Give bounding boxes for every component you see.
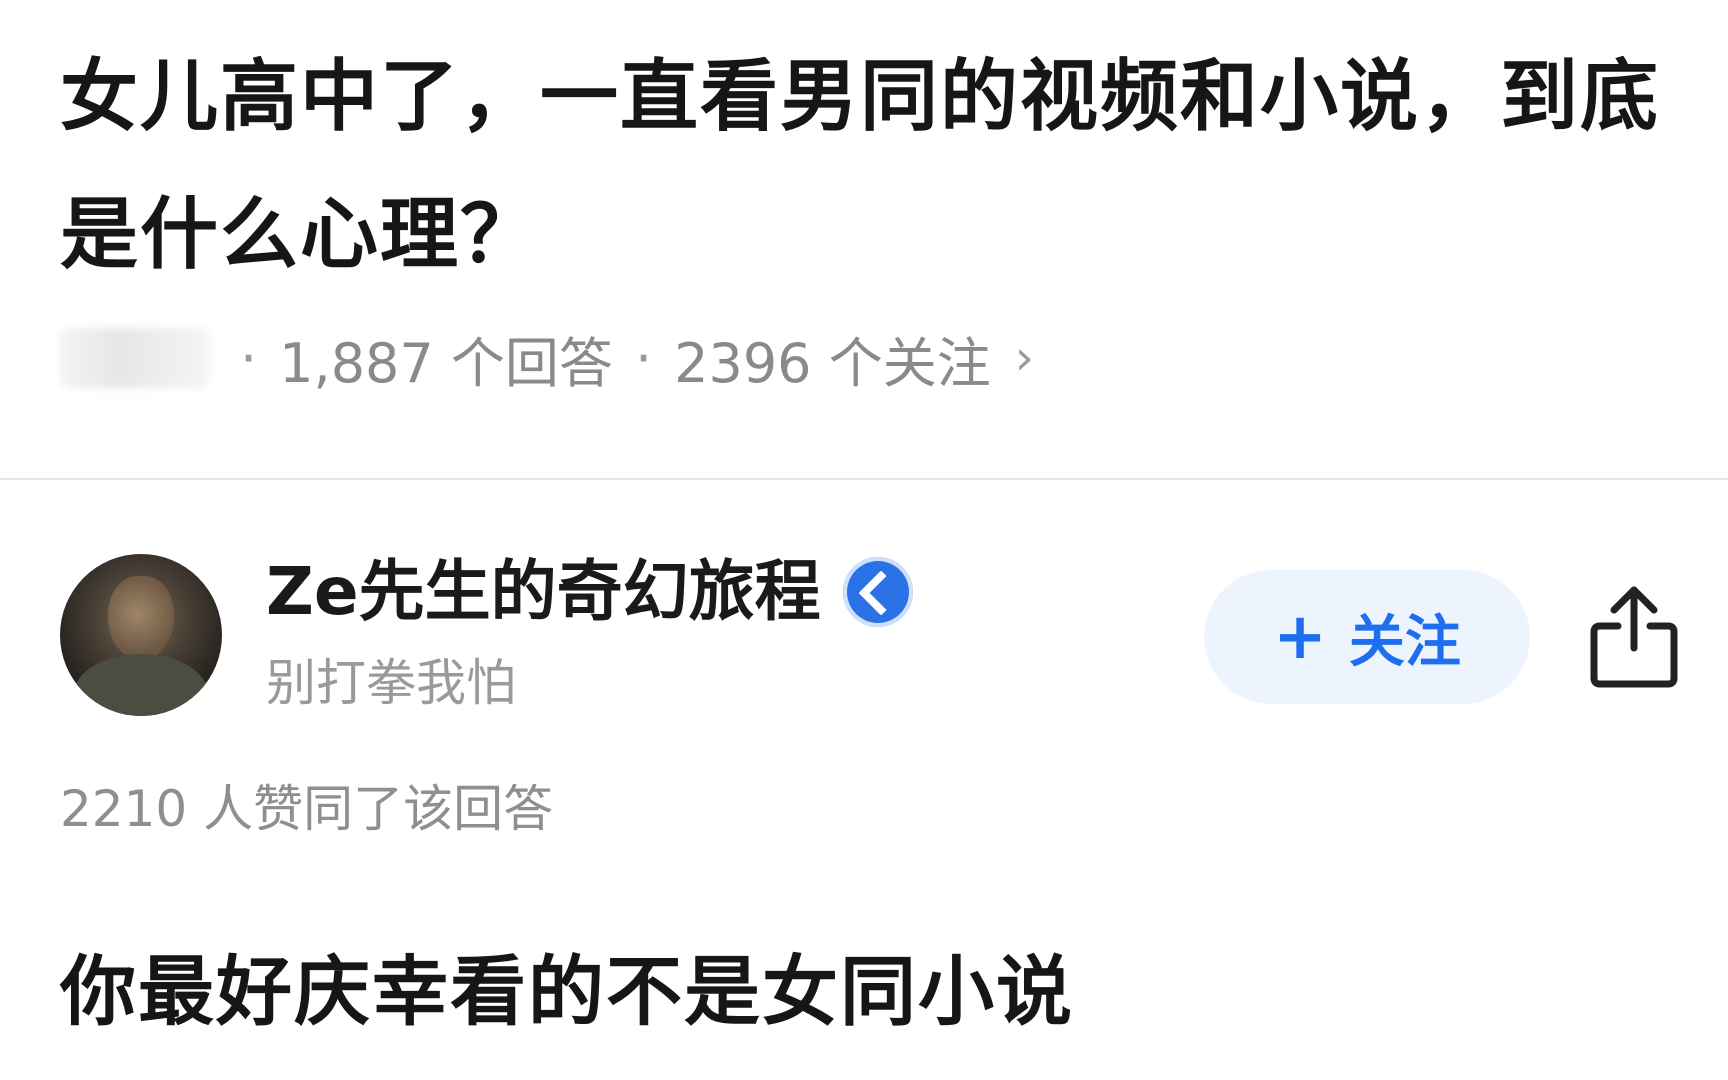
plus-icon: +: [1273, 600, 1327, 674]
avatar-body: [74, 654, 208, 716]
answer-content[interactable]: 你最好庆幸看的不是女同小说: [60, 942, 1074, 1042]
upvote-count: 2210 人赞同了该回答: [60, 780, 554, 838]
question-header: 女儿高中了，一直看男同的视频和小说，到底是什么心理？ · 1,887 个回答 ·…: [60, 28, 1660, 395]
meta-separator: ·: [634, 326, 653, 390]
follower-count: 2396 个关注: [674, 331, 991, 395]
follow-button[interactable]: + 关注: [1204, 570, 1530, 704]
answer-count: 1,887 个回答: [279, 331, 613, 395]
avatar[interactable]: [60, 554, 222, 716]
author-name-row[interactable]: Ze先生的奇幻旅程: [266, 552, 913, 632]
author-name[interactable]: Ze先生的奇幻旅程: [266, 552, 821, 632]
verified-badge-icon[interactable]: [842, 557, 913, 627]
question-meta[interactable]: · 1,887 个回答 · 2396 个关注 ›: [60, 322, 1660, 395]
share-icon[interactable]: [1586, 582, 1682, 692]
answer-author-row: Ze先生的奇幻旅程 别打拳我怕 + 关注: [60, 552, 1678, 720]
blurred-topic-tag: [60, 328, 210, 388]
follow-button-label: 关注: [1348, 609, 1461, 675]
author-bio: 别打拳我怕: [266, 654, 516, 712]
avatar-face: [108, 576, 174, 660]
answer-page: 女儿高中了，一直看男同的视频和小说，到底是什么心理？ · 1,887 个回答 ·…: [0, 0, 1728, 1080]
meta-separator: ·: [240, 326, 258, 390]
question-title[interactable]: 女儿高中了，一直看男同的视频和小说，到底是什么心理？: [60, 28, 1660, 304]
chevron-right-icon[interactable]: ›: [1015, 330, 1034, 386]
divider: [0, 478, 1728, 480]
